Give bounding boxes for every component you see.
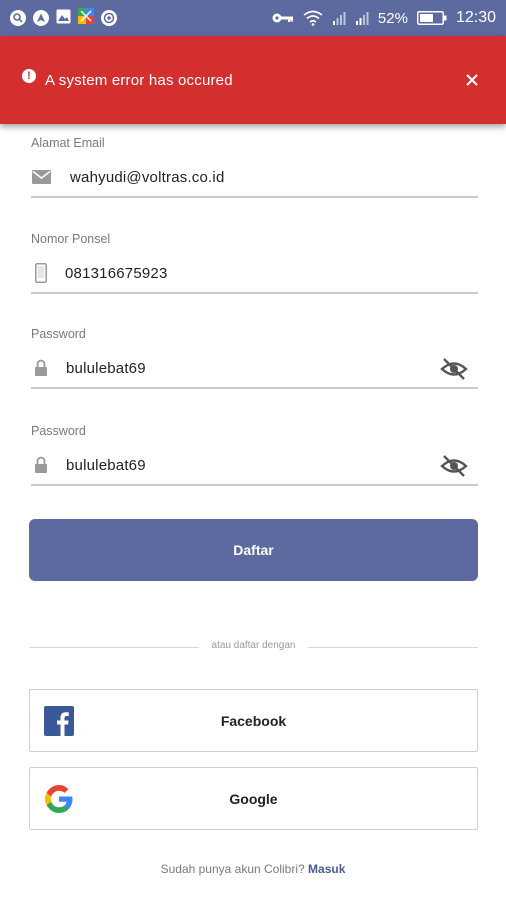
eye-off-icon[interactable]: [440, 357, 468, 381]
navigation-icon: [33, 10, 49, 26]
error-banner: ! A system error has occured: [0, 36, 506, 124]
battery-icon: [416, 11, 447, 25]
email-label: Alamat Email: [31, 136, 105, 150]
divider-line: [308, 647, 478, 648]
facebook-icon: [44, 705, 74, 736]
close-icon[interactable]: [460, 68, 484, 92]
status-bar: 52% 12:30: [0, 0, 506, 36]
login-prompt-text: Sudah punya akun Colibri?: [160, 862, 305, 876]
phone-field[interactable]: Nomor Ponsel 081316675923: [31, 232, 478, 294]
battery-percent: 52%: [377, 9, 408, 27]
divider: atau daftar dengan: [29, 640, 478, 654]
facebook-button[interactable]: Facebook: [29, 689, 478, 752]
key-icon: [272, 12, 294, 24]
confirm-password-label: Password: [31, 424, 86, 438]
signal-icon: [355, 11, 369, 25]
phone-icon: [31, 263, 51, 283]
eye-off-icon[interactable]: [440, 454, 468, 478]
lock-icon: [31, 358, 51, 378]
phone-input[interactable]: 081316675923: [65, 265, 168, 282]
mail-icon: [31, 167, 51, 187]
divider-text: atau daftar dengan: [211, 640, 296, 651]
password-field[interactable]: Password bululebat69: [31, 327, 478, 389]
login-prompt: Sudah punya akun Colibri? Masuk: [0, 862, 506, 876]
wifi-icon: [303, 10, 323, 26]
maps-icon: [78, 8, 94, 28]
register-button[interactable]: Daftar: [29, 519, 478, 581]
password-label: Password: [31, 327, 86, 341]
google-button[interactable]: Google: [29, 767, 478, 830]
password-input[interactable]: bululebat69: [66, 360, 146, 377]
signal-icon: [332, 11, 346, 25]
google-label: Google: [229, 790, 278, 807]
search-icon: [10, 10, 26, 26]
login-link[interactable]: Masuk: [308, 862, 345, 876]
clock: 12:30: [455, 9, 496, 26]
info-icon: !: [22, 69, 36, 83]
notification-icons: [10, 8, 117, 28]
facebook-label: Facebook: [220, 712, 287, 729]
error-message: A system error has occured: [45, 71, 233, 89]
email-field[interactable]: Alamat Email wahyudi@voltras.co.id: [31, 136, 478, 198]
image-icon: [56, 9, 71, 28]
confirm-password-field[interactable]: Password bululebat69: [31, 424, 478, 486]
chrome-icon: [101, 10, 117, 26]
google-icon: [44, 784, 74, 814]
lock-icon: [31, 455, 51, 475]
confirm-password-input[interactable]: bululebat69: [66, 457, 146, 474]
phone-label: Nomor Ponsel: [31, 232, 111, 246]
email-input[interactable]: wahyudi@voltras.co.id: [70, 169, 225, 186]
